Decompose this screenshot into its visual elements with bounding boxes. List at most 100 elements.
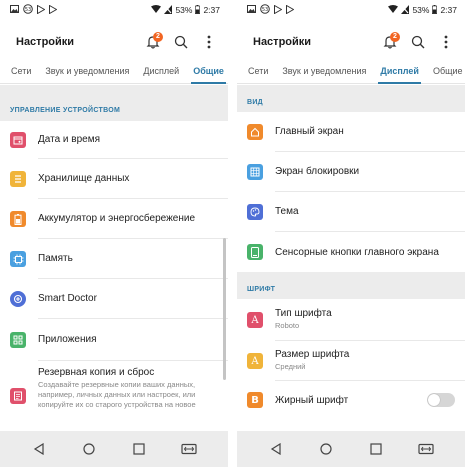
list-item-apps[interactable]: Приложения xyxy=(0,319,228,361)
chip-icon xyxy=(10,251,26,267)
back-button[interactable] xyxy=(262,435,290,463)
item-label: Сенсорные кнопки главного экрана xyxy=(275,246,439,258)
settings-tabs: Сети Звук и уведомления Дисплей Общие xyxy=(237,58,465,84)
search-button[interactable] xyxy=(407,31,429,53)
section-header-font: ШРИФТ xyxy=(237,279,465,299)
nav-buttons-icon xyxy=(247,244,263,260)
list-item-memory[interactable]: Память xyxy=(0,239,228,279)
tab-display[interactable]: Дисплей xyxy=(136,58,186,84)
search-icon xyxy=(411,35,425,49)
tab-display[interactable]: Дисплей xyxy=(373,58,426,84)
settings-screen-general: 53 53% 2:37 Настройки 2 Сети Звук и увед… xyxy=(0,0,228,467)
app-header: Настройки 2 xyxy=(0,28,228,56)
battery-icon xyxy=(432,4,438,16)
page-title: Настройки xyxy=(253,36,312,48)
list-item-font-size[interactable]: A Размер шрифта Средний xyxy=(237,341,465,381)
bold-font-icon: B xyxy=(247,392,263,408)
recents-button[interactable] xyxy=(362,435,390,463)
tab-sound[interactable]: Звук и уведомления xyxy=(38,58,136,84)
more-vert-icon xyxy=(207,35,211,49)
item-label: Хранилище данных xyxy=(38,173,130,184)
list-item-home-screen[interactable]: Главный экран xyxy=(237,112,465,152)
item-label: Размер шрифта xyxy=(275,349,350,361)
list-item-font-type[interactable]: A Тип шрифта Roboto xyxy=(237,299,465,341)
home-button[interactable] xyxy=(75,435,103,463)
back-button[interactable] xyxy=(25,435,53,463)
list-item-smart-doctor[interactable]: Smart Doctor xyxy=(0,279,228,319)
list-item-backup-reset[interactable]: Резервная копия и сброс Создавайте резер… xyxy=(0,361,228,431)
gallery-notification-icon xyxy=(10,5,19,15)
app-53-notification-icon: 53 xyxy=(23,4,33,16)
list-item-home-touch-buttons[interactable]: Сенсорные кнопки главного экрана xyxy=(237,232,465,272)
recents-button[interactable] xyxy=(125,435,153,463)
page-title: Настройки xyxy=(16,36,75,48)
home-circle-icon xyxy=(83,443,95,455)
back-triangle-icon xyxy=(33,443,44,455)
item-label: Экран блокировки xyxy=(275,166,360,177)
item-label: Приложения xyxy=(38,334,97,345)
storage-icon xyxy=(10,171,26,187)
clock: 2:37 xyxy=(440,5,457,15)
list-item-storage[interactable]: Хранилище данных xyxy=(0,159,228,199)
item-value: Средний xyxy=(275,362,306,372)
tab-networks[interactable]: Сети xyxy=(4,58,38,84)
settings-screen-display: 53 53% 2:37 Настройки 2 Сети Звук и увед… xyxy=(237,0,465,467)
scrollbar[interactable] xyxy=(223,238,226,380)
item-label: Главный экран xyxy=(275,126,344,137)
recents-square-icon xyxy=(133,443,145,455)
section-spacer xyxy=(237,272,465,279)
more-options-button[interactable] xyxy=(435,31,457,53)
notifications-button[interactable]: 2 xyxy=(379,31,401,53)
item-description: Создавайте резервные копии ваших данных,… xyxy=(38,380,196,409)
app-header: Настройки 2 xyxy=(237,28,465,56)
smart-doctor-icon xyxy=(10,291,26,307)
tab-general[interactable]: Общие xyxy=(426,58,465,84)
bold-font-toggle[interactable] xyxy=(427,393,455,407)
no-signal-icon xyxy=(164,4,173,16)
search-button[interactable] xyxy=(170,31,192,53)
font-size-icon: A xyxy=(247,353,263,369)
navigation-bar xyxy=(0,431,228,467)
item-label: Резервная копия и сброс xyxy=(38,367,155,378)
item-label: Память xyxy=(38,253,73,264)
settings-tabs: Сети Звук и уведомления Дисплей Общие xyxy=(0,58,228,84)
list-item-bold-font[interactable]: B Жирный шрифт xyxy=(237,381,465,419)
svg-text:53: 53 xyxy=(25,7,31,13)
item-label: Аккумулятор и энергосбережение xyxy=(38,213,196,224)
dual-window-icon xyxy=(181,443,197,455)
list-item-lock-screen[interactable]: Экран блокировки xyxy=(237,152,465,192)
play-store-notification-icon xyxy=(37,4,46,16)
backup-icon xyxy=(10,388,26,404)
no-signal-icon xyxy=(401,4,410,16)
list-item-theme[interactable]: Тема xyxy=(237,192,465,232)
section-spacer xyxy=(237,85,465,92)
status-bar: 53 53% 2:37 xyxy=(237,0,465,20)
dual-window-icon xyxy=(418,443,434,455)
app-53-notification-icon: 53 xyxy=(260,4,270,16)
section-spacer xyxy=(0,85,228,99)
tab-networks[interactable]: Сети xyxy=(241,58,275,84)
home-circle-icon xyxy=(320,443,332,455)
more-options-button[interactable] xyxy=(198,31,220,53)
tab-sound[interactable]: Звук и уведомления xyxy=(275,58,373,84)
palette-icon xyxy=(247,204,263,220)
lock-grid-icon xyxy=(247,164,263,180)
list-item-date-time[interactable]: Дата и время xyxy=(0,121,228,159)
play-store-notification-icon xyxy=(49,4,58,16)
dual-window-button[interactable] xyxy=(412,435,440,463)
list-item-battery[interactable]: Аккумулятор и энергосбережение xyxy=(0,199,228,239)
toggle-knob xyxy=(428,394,440,406)
notification-count-badge: 2 xyxy=(153,32,163,42)
tab-general[interactable]: Общие xyxy=(186,58,228,84)
apps-grid-icon xyxy=(10,332,26,348)
play-store-notification-icon xyxy=(286,4,295,16)
recents-square-icon xyxy=(370,443,382,455)
wifi-icon xyxy=(388,5,399,15)
font-type-icon: A xyxy=(247,312,263,328)
play-store-notification-icon xyxy=(274,4,283,16)
dual-window-button[interactable] xyxy=(175,435,203,463)
notifications-button[interactable]: 2 xyxy=(142,31,164,53)
svg-text:53: 53 xyxy=(262,7,268,13)
clock: 2:37 xyxy=(203,5,220,15)
home-button[interactable] xyxy=(312,435,340,463)
